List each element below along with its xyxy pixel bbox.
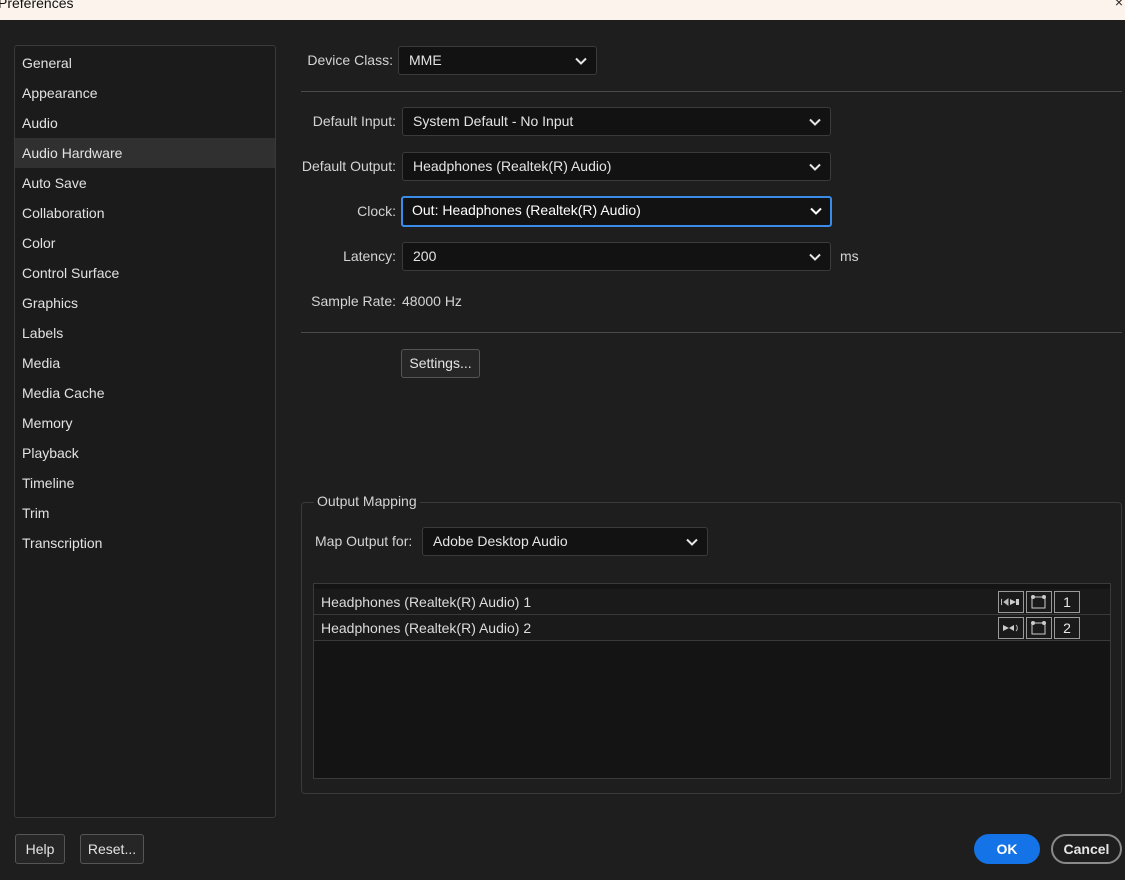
channel-label: Headphones (Realtek(R) Audio) 2 [321, 620, 532, 636]
sample-rate-value: 48000 Hz [402, 293, 462, 309]
sidebar-item-collaboration[interactable]: Collaboration [15, 198, 275, 228]
settings-button[interactable]: Settings... [401, 349, 480, 378]
chevron-down-icon [575, 57, 587, 65]
sidebar-item-label: Auto Save [22, 175, 87, 191]
sidebar-item-media-cache[interactable]: Media Cache [15, 378, 275, 408]
sample-rate-label: Sample Rate: [311, 293, 396, 309]
sidebar-item-general[interactable]: General [15, 48, 275, 78]
section-divider [301, 332, 1122, 333]
device-class-dropdown[interactable]: MME [398, 46, 597, 75]
chevron-down-icon [809, 163, 821, 171]
map-output-for-value: Adobe Desktop Audio [433, 533, 568, 549]
chevron-down-icon [809, 118, 821, 126]
default-input-label: Default Input: [312, 113, 396, 129]
sidebar-item-label: Graphics [22, 295, 79, 311]
default-output-label: Default Output: [301, 158, 396, 174]
list-item[interactable]: Headphones (Realtek(R) Audio) 1 1 [314, 589, 1110, 615]
sidebar-item-labels[interactable]: Labels [15, 318, 275, 348]
channel-number[interactable]: 2 [1054, 617, 1080, 639]
clock-dropdown[interactable]: Out: Headphones (Realtek(R) Audio) [401, 196, 832, 227]
default-output-dropdown[interactable]: Headphones (Realtek(R) Audio) [402, 152, 831, 181]
speaker-right-icon[interactable] [998, 617, 1024, 639]
close-icon[interactable]: × [1115, 0, 1123, 10]
channel-label: Headphones (Realtek(R) Audio) 1 [321, 594, 532, 610]
sidebar-item-label: Playback [22, 445, 79, 461]
clock-label: Clock: [357, 203, 396, 219]
speaker-left-icon[interactable] [998, 591, 1024, 613]
window-title: Preferences [0, 0, 74, 11]
sidebar-item-audio[interactable]: Audio [15, 108, 275, 138]
sidebar-item-label: Memory [22, 415, 73, 431]
map-output-for-label: Map Output for: [315, 533, 413, 549]
sidebar-item-label: Trim [22, 505, 50, 521]
sidebar-item-label: Labels [22, 325, 64, 341]
sidebar-item-audio-hardware[interactable]: Audio Hardware [15, 138, 275, 168]
sidebar-item-label: Color [22, 235, 56, 251]
channel-routing-icon[interactable] [1026, 591, 1052, 613]
reset-button[interactable]: Reset... [80, 834, 144, 864]
default-input-value: System Default - No Input [413, 113, 574, 129]
latency-dropdown[interactable]: 200 [402, 242, 831, 271]
chevron-down-icon [686, 538, 698, 546]
sidebar-item-media[interactable]: Media [15, 348, 275, 378]
sidebar-item-control-surface[interactable]: Control Surface [15, 258, 275, 288]
sidebar-item-transcription[interactable]: Transcription [15, 528, 275, 558]
chevron-down-icon [810, 207, 822, 215]
sidebar-item-trim[interactable]: Trim [15, 498, 275, 528]
sidebar-item-memory[interactable]: Memory [15, 408, 275, 438]
sidebar-item-label: Audio Hardware [22, 145, 123, 161]
ok-button[interactable]: OK [974, 834, 1040, 864]
sidebar-item-label: General [22, 55, 72, 71]
channel-routing-icon[interactable] [1026, 617, 1052, 639]
title-bar: Preferences × [0, 0, 1125, 20]
sidebar-item-label: Audio [22, 115, 58, 131]
channel-number[interactable]: 1 [1054, 591, 1080, 613]
default-input-dropdown[interactable]: System Default - No Input [402, 107, 831, 136]
latency-label: Latency: [343, 248, 396, 264]
output-mapping-title: Output Mapping [314, 493, 420, 509]
sidebar-item-label: Transcription [22, 535, 103, 551]
device-class-label: Device Class: [307, 52, 393, 68]
sidebar-item-graphics[interactable]: Graphics [15, 288, 275, 318]
device-class-value: MME [409, 52, 442, 68]
clock-value: Out: Headphones (Realtek(R) Audio) [412, 202, 641, 218]
latency-value: 200 [413, 248, 437, 264]
sidebar-item-label: Media Cache [22, 385, 105, 401]
preferences-sidebar: General Appearance Audio Audio Hardware … [14, 45, 276, 818]
section-divider [301, 91, 1122, 92]
sidebar-item-label: Collaboration [22, 205, 105, 221]
help-button[interactable]: Help [15, 834, 65, 864]
sidebar-item-playback[interactable]: Playback [15, 438, 275, 468]
sidebar-item-auto-save[interactable]: Auto Save [15, 168, 275, 198]
sidebar-item-label: Timeline [22, 475, 75, 491]
sidebar-item-label: Appearance [22, 85, 98, 101]
sidebar-item-appearance[interactable]: Appearance [15, 78, 275, 108]
sidebar-item-label: Media [22, 355, 61, 371]
chevron-down-icon [809, 253, 821, 261]
default-output-value: Headphones (Realtek(R) Audio) [413, 158, 612, 174]
map-output-for-dropdown[interactable]: Adobe Desktop Audio [422, 527, 708, 556]
list-item[interactable]: Headphones (Realtek(R) Audio) 2 2 [314, 615, 1110, 641]
sidebar-item-label: Control Surface [22, 265, 120, 281]
cancel-button[interactable]: Cancel [1051, 834, 1122, 864]
sidebar-item-timeline[interactable]: Timeline [15, 468, 275, 498]
output-channel-list: Headphones (Realtek(R) Audio) 1 1 Headph… [313, 583, 1111, 779]
sidebar-item-color[interactable]: Color [15, 228, 275, 258]
latency-unit: ms [840, 248, 859, 264]
